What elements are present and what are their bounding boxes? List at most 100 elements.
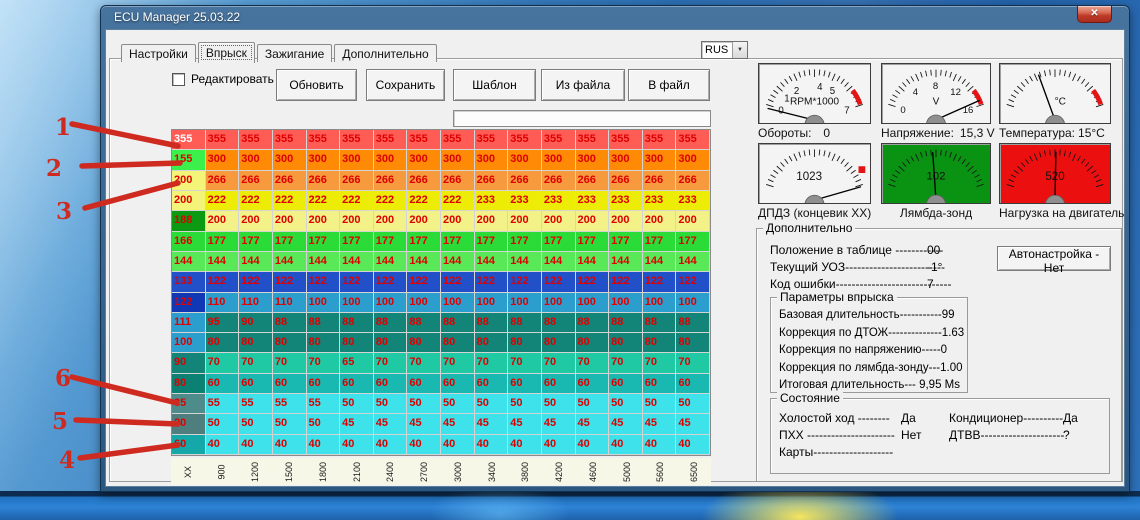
map-cell[interactable]: 60 (206, 374, 240, 394)
map-cell[interactable]: 122 (239, 272, 273, 292)
map-cell[interactable]: 80 (340, 333, 374, 353)
map-cell[interactable]: 88 (576, 313, 610, 333)
map-cell[interactable]: 200 (441, 211, 475, 231)
map-cell[interactable]: 88 (307, 313, 341, 333)
map-cell[interactable]: 200 (307, 211, 341, 231)
map-cell[interactable]: 122 (441, 272, 475, 292)
map-cell[interactable]: 122 (475, 272, 509, 292)
map-cell[interactable]: 70 (508, 353, 542, 373)
map-cell[interactable]: 144 (239, 252, 273, 272)
map-cell[interactable]: 80 (475, 333, 509, 353)
map-cell[interactable]: 60 (374, 374, 408, 394)
map-cell[interactable]: 233 (609, 191, 643, 211)
map-cell[interactable]: 122 (340, 272, 374, 292)
map-cell[interactable]: 266 (407, 171, 441, 191)
map-cell[interactable]: 70 (475, 353, 509, 373)
map-cell[interactable]: 88 (643, 313, 677, 333)
map-cell[interactable]: 88 (542, 313, 576, 333)
map-cell[interactable]: 50 (576, 394, 610, 414)
map-cell[interactable]: 45 (508, 414, 542, 434)
map-cell[interactable]: 45 (542, 414, 576, 434)
map-cell[interactable]: 60 (172, 435, 206, 455)
map-cell[interactable]: 40 (508, 435, 542, 455)
map-cell[interactable]: 266 (676, 171, 710, 191)
map-cell[interactable]: 200 (374, 211, 408, 231)
tab-vprysk[interactable]: Впрыск (198, 42, 255, 63)
map-cell[interactable]: 122 (374, 272, 408, 292)
map-cell[interactable]: 144 (206, 252, 240, 272)
map-cell[interactable]: 88 (407, 313, 441, 333)
map-cell[interactable]: 222 (239, 191, 273, 211)
map-cell[interactable]: 80 (239, 333, 273, 353)
map-cell[interactable]: 355 (407, 130, 441, 150)
map-cell[interactable]: 222 (273, 191, 307, 211)
map-cell[interactable]: 70 (542, 353, 576, 373)
map-cell[interactable]: 300 (643, 150, 677, 170)
map-cell[interactable]: 40 (609, 435, 643, 455)
map-cell[interactable]: 355 (172, 130, 206, 150)
map-cell[interactable]: 110 (239, 293, 273, 313)
map-cell[interactable]: 122 (676, 272, 710, 292)
map-cell[interactable]: 144 (542, 252, 576, 272)
map-cell[interactable]: 177 (273, 232, 307, 252)
map-cell[interactable]: 355 (542, 130, 576, 150)
map-cell[interactable]: 233 (643, 191, 677, 211)
map-cell[interactable]: 100 (542, 293, 576, 313)
map-cell[interactable]: 222 (206, 191, 240, 211)
map-cell[interactable]: 200 (172, 171, 206, 191)
edit-checkbox[interactable] (172, 73, 185, 86)
map-cell[interactable]: 70 (576, 353, 610, 373)
map-cell[interactable]: 50 (609, 394, 643, 414)
map-cell[interactable]: 50 (643, 394, 677, 414)
map-cell[interactable]: 88 (441, 313, 475, 333)
map-cell[interactable]: 60 (475, 374, 509, 394)
map-cell[interactable]: 70 (239, 353, 273, 373)
map-cell[interactable]: 355 (340, 130, 374, 150)
map-cell[interactable]: 80 (206, 333, 240, 353)
map-cell[interactable]: 40 (676, 435, 710, 455)
map-cell[interactable]: 100 (643, 293, 677, 313)
map-cell[interactable]: 300 (307, 150, 341, 170)
map-cell[interactable]: 60 (239, 374, 273, 394)
map-cell[interactable]: 177 (407, 232, 441, 252)
map-cell[interactable]: 100 (576, 293, 610, 313)
map-cell[interactable]: 55 (307, 394, 341, 414)
map-cell[interactable]: 200 (676, 211, 710, 231)
map-cell[interactable]: 200 (609, 211, 643, 231)
map-cell[interactable]: 45 (374, 414, 408, 434)
map-cell[interactable]: 177 (508, 232, 542, 252)
map-cell[interactable]: 355 (374, 130, 408, 150)
map-cell[interactable]: 50 (475, 394, 509, 414)
map-cell[interactable]: 80 (542, 333, 576, 353)
map-cell[interactable]: 188 (172, 211, 206, 231)
map-cell[interactable]: 177 (374, 232, 408, 252)
map-cell[interactable]: 144 (508, 252, 542, 272)
map-cell[interactable]: 144 (273, 252, 307, 272)
map-cell[interactable]: 355 (643, 130, 677, 150)
map-cell[interactable]: 122 (407, 272, 441, 292)
map-cell[interactable]: 40 (475, 435, 509, 455)
map-cell[interactable]: 50 (508, 394, 542, 414)
map-cell[interactable]: 100 (172, 333, 206, 353)
combo-dropdown-button[interactable]: ▼ (732, 42, 747, 58)
map-cell[interactable]: 110 (206, 293, 240, 313)
map-cell[interactable]: 80 (441, 333, 475, 353)
map-cell[interactable]: 80 (576, 333, 610, 353)
map-cell[interactable]: 80 (374, 333, 408, 353)
refresh-button[interactable]: Обновить (276, 69, 357, 101)
map-cell[interactable]: 40 (340, 435, 374, 455)
map-cell[interactable]: 266 (441, 171, 475, 191)
map-cell[interactable]: 80 (676, 333, 710, 353)
map-cell[interactable]: 88 (340, 313, 374, 333)
map-cell[interactable]: 110 (273, 293, 307, 313)
map-cell[interactable]: 40 (576, 435, 610, 455)
map-cell[interactable]: 233 (576, 191, 610, 211)
map-cell[interactable]: 177 (643, 232, 677, 252)
map-cell[interactable]: 55 (239, 394, 273, 414)
template-button[interactable]: Шаблон (453, 69, 536, 101)
map-cell[interactable]: 233 (542, 191, 576, 211)
map-cell[interactable]: 45 (609, 414, 643, 434)
map-cell[interactable]: 88 (475, 313, 509, 333)
map-cell[interactable]: 55 (273, 394, 307, 414)
map-cell[interactable]: 222 (307, 191, 341, 211)
